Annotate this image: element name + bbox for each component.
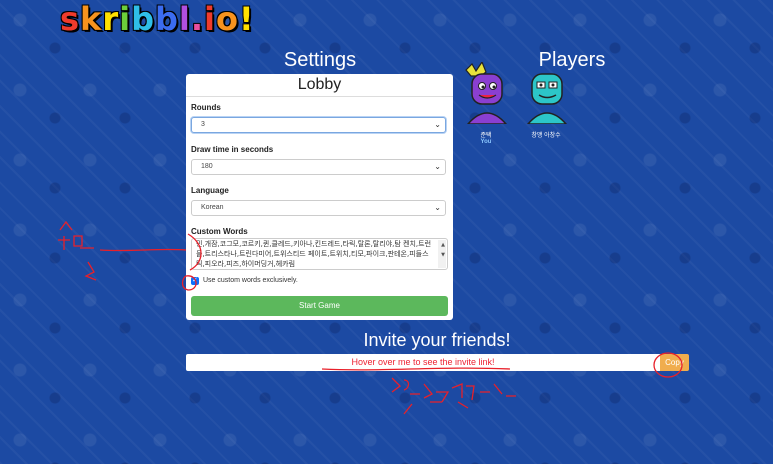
- settings-heading: Settings: [283, 49, 357, 71]
- language-label: Language: [191, 186, 229, 195]
- logo-letter: !: [238, 0, 255, 38]
- rounds-value: 3: [201, 121, 205, 128]
- chevron-down-icon: ⌄: [434, 120, 441, 129]
- start-game-button[interactable]: Start Game: [191, 296, 448, 316]
- invite-title: Invite your friends!: [363, 330, 511, 350]
- player-card: 준택 You: [462, 60, 510, 145]
- logo-letter: b: [154, 0, 179, 38]
- custom-words-checkbox[interactable]: ✓: [191, 277, 199, 285]
- logo-letter: i: [119, 0, 132, 38]
- player-avatar: [526, 73, 568, 125]
- player-avatar: [465, 60, 508, 125]
- logo-letter: o: [215, 0, 239, 38]
- custom-words-checkbox-label: Use custom words exclusively.: [203, 277, 298, 284]
- custom-words-label: Custom Words: [191, 227, 248, 236]
- draw-time-label: Draw time in seconds: [191, 145, 274, 154]
- logo-letter: s: [60, 0, 81, 38]
- logo-letter: i: [204, 0, 216, 38]
- logo-letter: b: [131, 0, 155, 38]
- logo-letter: .: [190, 0, 205, 38]
- language-select[interactable]: Korean ⌄: [191, 200, 446, 216]
- scroll-up-icon[interactable]: ▲: [441, 240, 445, 250]
- logo-letter: r: [102, 0, 120, 38]
- scroll-down-icon[interactable]: ▼: [441, 250, 445, 260]
- player-name: 준택: [480, 133, 492, 139]
- draw-time-select[interactable]: 180 ⌄: [191, 159, 446, 175]
- player-card: 창맹 아창수: [522, 62, 570, 139]
- language-value: Korean: [201, 204, 224, 211]
- chevron-down-icon: ⌄: [434, 203, 441, 212]
- lobby-settings-panel: Lobby Rounds 3 ⌄ Draw time in seconds 18…: [186, 74, 453, 320]
- you-label: You: [480, 139, 492, 145]
- lobby-title: Lobby: [186, 74, 453, 97]
- custom-words-textarea[interactable]: 민,개잠,코그모,코르키,퀸,클레드,키아나,킨드레드,타릭,탈론,탈리야,탐 …: [191, 238, 448, 270]
- skribbl-logo: skribbl.io!: [60, 2, 255, 36]
- chevron-down-icon: ⌄: [434, 162, 441, 171]
- rounds-label: Rounds: [191, 103, 221, 112]
- custom-words-text: 민,개잠,코그모,코르키,퀸,클레드,키아나,킨드레드,타릭,탈론,탈리야,탐 …: [196, 240, 432, 268]
- draw-time-value: 180: [201, 163, 213, 170]
- copy-button[interactable]: Copy: [660, 354, 689, 371]
- logo-letter: k: [80, 0, 103, 38]
- logo-letter: l: [178, 0, 191, 38]
- invite-link-box[interactable]: Hover over me to see the invite link!: [186, 354, 660, 371]
- rounds-select[interactable]: 3 ⌄: [191, 117, 446, 133]
- player-name: 창맹 아창수: [531, 133, 561, 139]
